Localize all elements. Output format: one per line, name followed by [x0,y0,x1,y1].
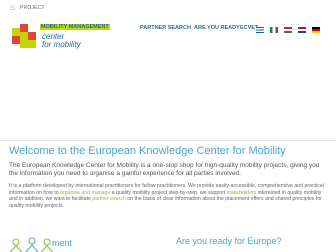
logo-square-icon [20,40,28,48]
flag-dutch-icon[interactable] [298,27,306,33]
hero-banner [0,52,336,140]
logo-square-icon [28,40,36,48]
nav-are-you-ready[interactable]: ARE YOU READY [194,25,240,31]
intro-paragraph: The European Knowledge Center for Mobili… [9,162,329,178]
section-left-title: ment [52,238,73,248]
site-logo[interactable]: MOBILITY MANAGEMENT center for mobility [6,22,126,52]
page-title: Welcome to the European Knowledge Center… [9,145,286,157]
divider [0,140,336,141]
flag-hungarian-icon[interactable] [284,27,292,33]
project-link[interactable]: PROJECT [20,5,45,11]
logo-square-icon [12,28,20,36]
people-illustration-icon [9,237,54,252]
section-right-title: Are you ready for Europe? [176,236,282,246]
body-paragraph: It is a platform developed by internatio… [9,183,329,209]
intro-text: The European Knowledge Center for Mobili… [9,162,320,177]
logo-square-icon [12,36,20,44]
section-left: ment [0,236,160,252]
logo-line2: for mobility [42,40,81,49]
partner-search-link[interactable]: partner search [92,196,125,202]
nav-partner-search[interactable]: PARTNER SEARCH [140,25,191,31]
flag-italian-icon[interactable] [270,27,278,33]
logo-square-icon [20,24,28,32]
flag-greek-icon[interactable] [256,27,264,33]
logo-title: MOBILITY MANAGEMENT [40,24,110,30]
top-bar: ⌂ PROJECT [0,0,336,18]
stakeholders-link[interactable]: stakeholders [227,190,256,196]
logo-square-icon [28,32,36,40]
organise-manage-link[interactable]: organise and manage [60,190,110,196]
body-text: a quality mobility project step-by-step,… [111,189,226,196]
flag-german-icon[interactable] [312,27,320,33]
home-icon[interactable]: ⌂ [10,4,17,12]
logo-square-icon [20,32,28,40]
